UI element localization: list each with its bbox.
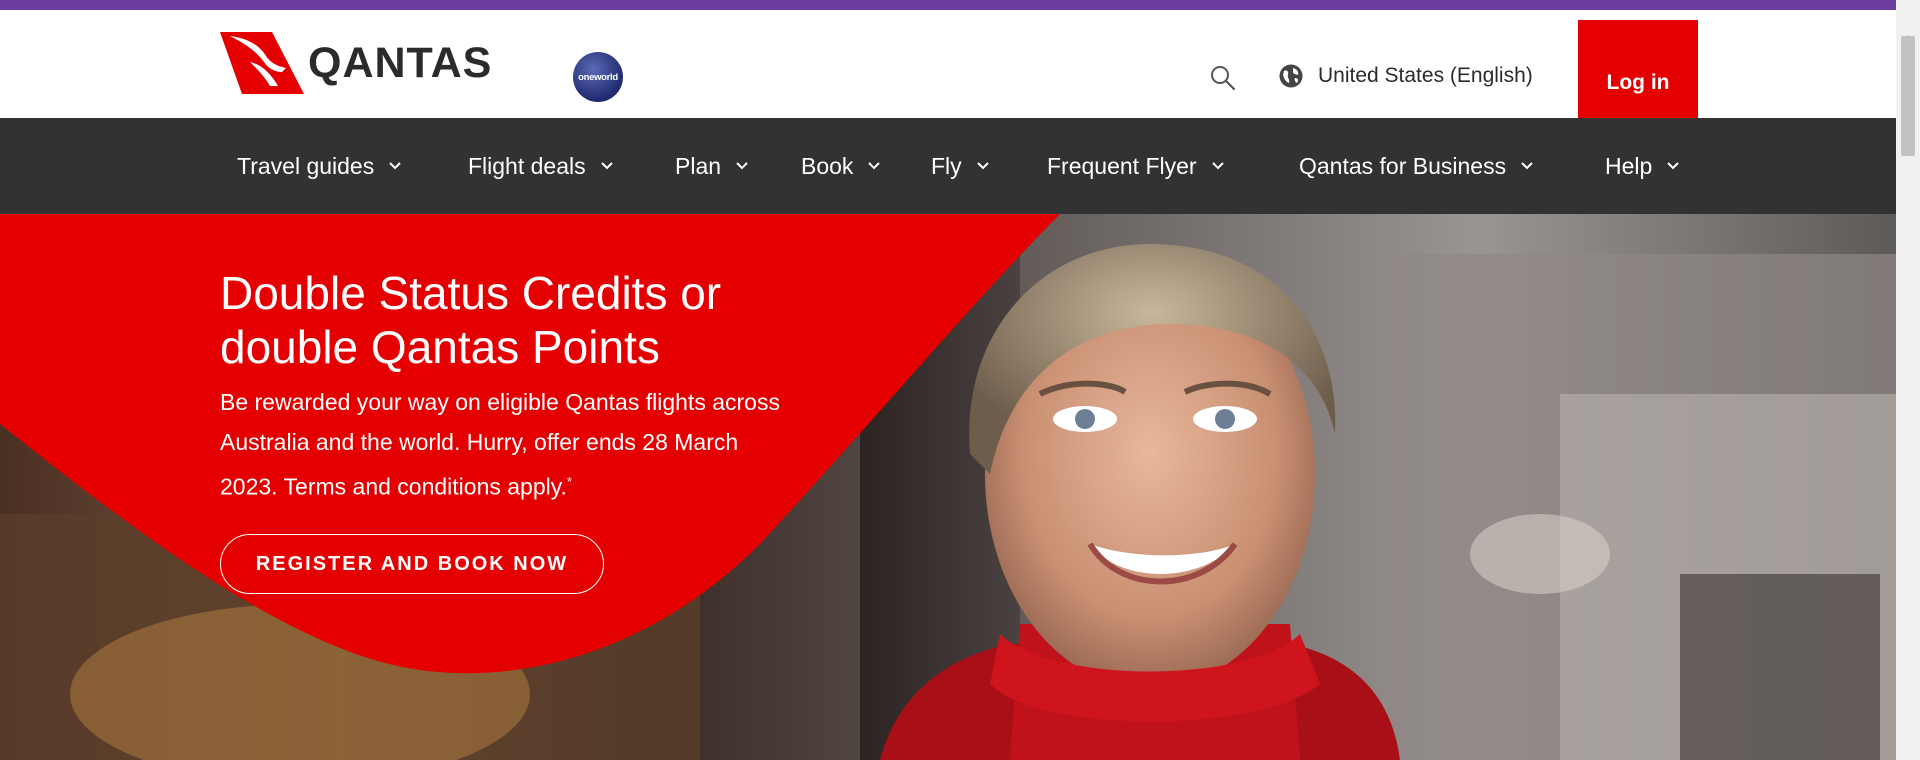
hero-banner: Double Status Credits or double Qantas P…: [0, 214, 1896, 760]
qantas-logo[interactable]: QANTAS: [220, 32, 492, 94]
chevron-down-icon: [976, 162, 989, 170]
hero-description-text: Be rewarded your way on eligible Qantas …: [220, 389, 780, 500]
nav-item-qantas-for-business[interactable]: Qantas for Business: [1299, 118, 1534, 214]
nav-item-plan[interactable]: Plan: [675, 118, 749, 214]
chevron-down-icon: [1667, 162, 1680, 170]
nav-item-book[interactable]: Book: [801, 118, 881, 214]
nav-item-help[interactable]: Help: [1605, 118, 1680, 214]
nav-item-frequent-flyer[interactable]: Frequent Flyer: [1047, 118, 1225, 214]
logo-wordmark: QANTAS: [308, 38, 493, 87]
nav-item-label: Plan: [675, 152, 722, 179]
terms-footnote-marker[interactable]: *: [567, 474, 572, 489]
chevron-down-icon: [736, 162, 748, 170]
locale-label: United States (English): [1318, 64, 1533, 87]
main-navigation: Travel guides Flight deals Plan Book Fly…: [0, 118, 1896, 214]
nav-item-fly[interactable]: Fly: [931, 118, 990, 214]
search-button[interactable]: [1205, 60, 1241, 96]
page-scrollbar[interactable]: [1896, 0, 1920, 760]
kangaroo-tail-logo-icon: [220, 32, 304, 94]
nav-item-label: Book: [801, 152, 854, 179]
nav-item-travel-guides[interactable]: Travel guides: [237, 118, 402, 214]
locale-selector[interactable]: United States (English): [1278, 60, 1533, 92]
chevron-down-icon: [389, 162, 401, 170]
search-icon: [1211, 66, 1236, 91]
oneworld-badge[interactable]: oneworld: [573, 52, 623, 102]
scrollbar-thumb[interactable]: [1901, 36, 1915, 156]
nav-item-flight-deals[interactable]: Flight deals: [468, 118, 614, 214]
nav-item-label: Help: [1605, 152, 1653, 179]
chevron-down-icon: [868, 162, 881, 170]
chevron-down-icon: [600, 162, 613, 170]
hero-headline: Double Status Credits or double Qantas P…: [220, 267, 722, 373]
top-accent-stripe: [0, 0, 1920, 10]
nav-item-label: Frequent Flyer: [1047, 152, 1197, 179]
hero-description: Be rewarded your way on eligible Qantas …: [220, 382, 780, 507]
nav-item-label: Travel guides: [237, 152, 375, 179]
chevron-down-icon: [1521, 162, 1533, 170]
chevron-down-icon: [1211, 162, 1224, 170]
register-and-book-button[interactable]: REGISTER AND BOOK NOW: [220, 534, 604, 594]
globe-icon: [1279, 64, 1303, 88]
site-header: QANTAS oneworld United States (English) …: [0, 10, 1896, 138]
nav-item-label: Flight deals: [468, 152, 586, 179]
nav-item-label: Qantas for Business: [1299, 152, 1507, 179]
nav-item-label: Fly: [931, 152, 962, 179]
